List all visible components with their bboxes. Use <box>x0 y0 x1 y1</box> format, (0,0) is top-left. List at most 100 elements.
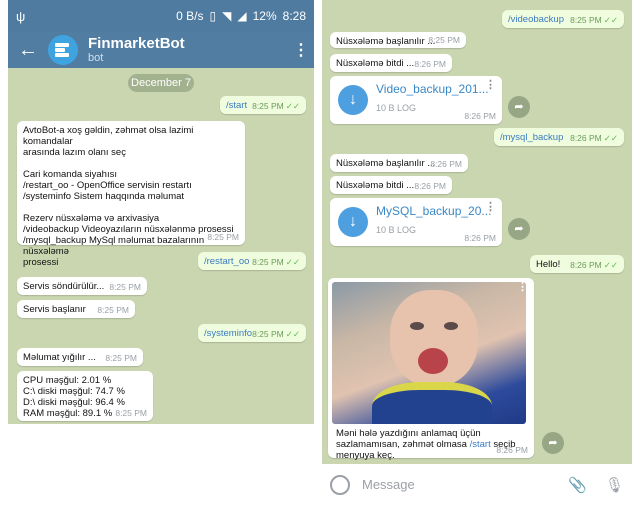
baby-photo[interactable] <box>332 282 526 424</box>
message-text: Nüsxələmə başlanılır ... <box>336 36 436 47</box>
file-message-video-backup[interactable]: ↓ Video_backup_201... 10 B LOG ⋮ 8:26 PM <box>330 76 502 124</box>
message-outgoing[interactable]: /mysql_backup 8:26 PM ✓✓ <box>494 128 624 146</box>
message-input[interactable]: Message <box>362 477 568 492</box>
read-check-icon: ✓✓ <box>603 260 618 270</box>
more-vertical-icon[interactable]: ⋮ <box>517 282 528 293</box>
right-chat-screen: /videobackup 8:25 PM ✓✓ Nüsxələmə başlanı… <box>322 0 632 505</box>
left-chat-screen: ψ 0 B/s ▯ ◥ ◢ 12% 8:28 ← FinmarketBot bo… <box>8 0 314 424</box>
network-speed: 0 B/s <box>176 9 204 23</box>
message-time: 8:26 PM <box>430 159 462 169</box>
read-check-icon: ✓✓ <box>285 257 300 267</box>
message-outgoing[interactable]: /restart_oo 8:25 PM ✓✓ <box>198 252 306 270</box>
message-time: 8:25 PM <box>109 282 141 292</box>
message-text[interactable]: /videobackup <box>508 14 564 25</box>
status-bar: ψ 0 B/s ▯ ◥ ◢ 12% 8:28 <box>8 0 314 32</box>
message-text[interactable]: /mysql_backup <box>500 132 563 143</box>
sysinfo-line: D:\ diski məşğul: 96.4 % <box>23 397 125 408</box>
welcome-line: Cari komanda siyahısı <box>23 169 117 180</box>
message-outgoing[interactable]: /start 8:25 PM ✓✓ <box>220 96 306 114</box>
message-time: 8:25 PM <box>252 257 284 267</box>
photo-caption-line: sazlamamısan, zəhmət olmasa <box>336 439 467 450</box>
file-size: 10 B LOG <box>376 103 417 113</box>
vibrate-icon: ▯ <box>209 9 217 23</box>
message-text: Məlumat yığılır ... <box>23 352 96 363</box>
message-text[interactable]: /start <box>226 100 247 111</box>
message-incoming[interactable]: Məlumat yığılır ... 8:25 PM <box>17 348 143 366</box>
message-time: 8:26 PM <box>414 181 446 191</box>
message-time: 8:25 PM <box>570 15 602 25</box>
sysinfo-line: C:\ diski məşğul: 74.7 % <box>23 386 125 397</box>
message-outgoing[interactable]: /videobackup 8:25 PM ✓✓ <box>502 10 624 28</box>
share-icon[interactable]: ➦ <box>542 432 564 454</box>
chat-subtitle: bot <box>88 52 104 64</box>
chat-title[interactable]: FinmarketBot <box>88 35 288 52</box>
message-text: Servis başlanır <box>23 304 86 315</box>
message-incoming[interactable]: Nüsxələmə başlanılır ... 8:26 PM <box>330 154 468 172</box>
bot-avatar[interactable] <box>48 35 78 65</box>
file-message-mysql-backup[interactable]: ↓ MySQL_backup_20... 10 B LOG ⋮ 8:26 PM <box>330 198 502 246</box>
message-time: 8:25 PM <box>252 329 284 339</box>
message-time: 8:26 PM <box>464 233 496 243</box>
message-time: 8:25 PM <box>428 35 460 45</box>
photo-caption-line: menyuya keç. <box>336 450 395 461</box>
message-outgoing[interactable]: /systeminfo 8:25 PM ✓✓ <box>198 324 306 342</box>
chat-header: ← FinmarketBot bot ⋮ <box>8 32 314 68</box>
message-text[interactable]: /restart_oo <box>204 256 249 267</box>
attach-icon[interactable]: 📎 <box>568 476 587 494</box>
message-incoming[interactable]: Nüsxələmə başlanılır ... 8:25 PM <box>330 32 466 48</box>
message-incoming[interactable]: Servis söndürülür... 8:25 PM <box>17 277 147 295</box>
welcome-line: /systeminfo Sistem haqqında məlumat <box>23 191 185 202</box>
welcome-line: AvtoBot-a xoş gəldin, zəhmət olsa lazimi… <box>23 125 194 147</box>
more-vertical-icon[interactable]: ⋮ <box>485 202 496 213</box>
arrow-left-icon[interactable]: ← <box>8 39 48 62</box>
file-size: 10 B LOG <box>376 225 417 235</box>
share-icon[interactable]: ➦ <box>508 218 530 240</box>
read-check-icon: ✓✓ <box>285 329 300 339</box>
message-incoming-sysinfo[interactable]: CPU məşğul: 2.01 % C:\ diski məşğul: 74.… <box>17 371 153 421</box>
start-command-link[interactable]: /start <box>470 439 491 450</box>
clock: 8:28 <box>282 9 306 23</box>
photo-message[interactable]: ⋮ Məni hələ yazdığını anlamaq üçün sazla… <box>328 278 534 461</box>
mic-icon[interactable]: 🎙 <box>605 476 624 494</box>
more-vertical-icon[interactable]: ⋮ <box>485 80 496 91</box>
message-incoming[interactable]: Servis başlanır 8:25 PM <box>17 300 135 318</box>
welcome-line: Rezerv nüsxələmə və arxivasiya <box>23 213 160 224</box>
welcome-line: arasında lazım olanı seç <box>23 147 126 158</box>
message-text: Nüsxələmə başlanılır ... <box>336 158 436 169</box>
emoji-icon[interactable] <box>330 474 350 495</box>
download-icon[interactable]: ↓ <box>338 85 368 115</box>
read-check-icon: ✓✓ <box>603 15 618 25</box>
message-outgoing[interactable]: Hello! 8:26 PM ✓✓ <box>530 255 624 273</box>
more-vertical-icon[interactable]: ⋮ <box>288 40 314 60</box>
message-time: 8:26 PM <box>464 111 496 121</box>
message-text: Nüsxələmə bitdi ... <box>336 180 415 191</box>
wifi-icon: ◥ <box>222 9 232 23</box>
message-time: 8:25 PM <box>252 101 284 111</box>
share-icon[interactable]: ➦ <box>508 96 530 118</box>
message-text: Hello! <box>536 259 561 270</box>
message-incoming-welcome[interactable]: AvtoBot-a xoş gəldin, zəhmət olsa lazimi… <box>17 121 245 268</box>
date-chip: December 7 <box>128 74 194 92</box>
signal-icon: ◢ <box>237 9 247 23</box>
photo-caption-line: Məni hələ yazdığını anlamaq üçün <box>336 428 481 439</box>
message-input-bar: Message 📎 🎙 <box>322 464 632 505</box>
welcome-line: /restart_oo - OpenOffice servisin restar… <box>23 180 192 191</box>
message-text[interactable]: /systeminfo <box>204 328 252 339</box>
message-text: Nüsxələmə bitdi ... <box>336 58 415 69</box>
file-name[interactable]: Video_backup_201... <box>376 83 489 95</box>
battery-level: 12% <box>252 9 277 23</box>
message-incoming[interactable]: Nüsxələmə bitdi ... 8:26 PM <box>330 54 452 72</box>
file-name[interactable]: MySQL_backup_20... <box>376 205 491 217</box>
read-check-icon: ✓✓ <box>603 133 618 143</box>
message-incoming[interactable]: Nüsxələmə bitdi ... 8:26 PM <box>330 176 452 194</box>
read-check-icon: ✓✓ <box>285 101 300 111</box>
sysinfo-line: CPU məşğul: 2.01 % <box>23 375 112 386</box>
message-text: Servis söndürülür... <box>23 281 105 292</box>
download-icon[interactable]: ↓ <box>338 207 368 237</box>
message-time: 8:26 PM <box>414 59 446 69</box>
message-time: 8:25 PM <box>97 305 129 315</box>
message-time: 8:25 PM <box>105 353 137 363</box>
message-time: 8:26 PM <box>570 260 602 270</box>
message-time: 8:25 PM <box>207 232 239 242</box>
message-time: 8:26 PM <box>496 445 528 455</box>
